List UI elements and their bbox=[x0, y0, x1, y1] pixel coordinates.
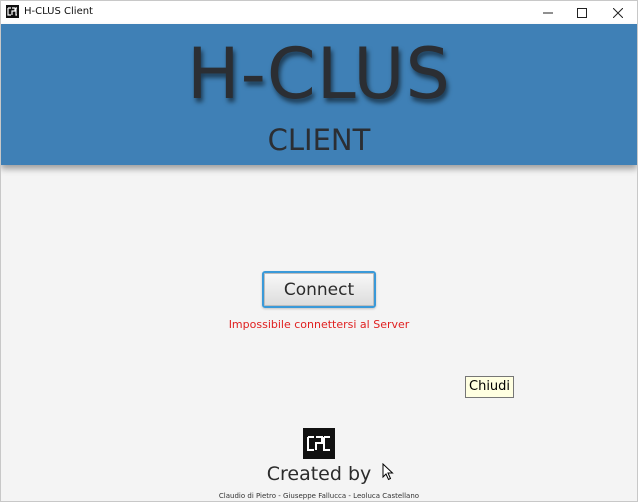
maximize-icon bbox=[577, 7, 587, 18]
header-banner: H-CLUS CLIENT bbox=[1, 24, 637, 165]
mouse-cursor-icon bbox=[382, 463, 394, 481]
banner-title: H-CLUS bbox=[187, 33, 451, 115]
connect-button[interactable]: Connect bbox=[262, 271, 376, 308]
minimize-button[interactable] bbox=[531, 1, 565, 24]
app-logo-icon bbox=[6, 5, 19, 18]
close-tooltip: Chiudi bbox=[465, 376, 515, 398]
team-logo-icon bbox=[303, 428, 335, 459]
app-window: H-CLUS Client H-CLUS CLIENT Connect Impo… bbox=[0, 0, 638, 502]
banner-subtitle: CLIENT bbox=[267, 123, 371, 157]
close-button[interactable] bbox=[601, 1, 635, 24]
title-bar[interactable]: H-CLUS Client bbox=[1, 1, 637, 24]
created-by-label: Created by bbox=[266, 463, 372, 485]
connection-error-message: Impossibile connettersi al Server bbox=[228, 318, 410, 331]
close-icon bbox=[613, 7, 623, 18]
authors-credits: Claudio di Pietro - Giuseppe Fallucca - … bbox=[218, 492, 420, 500]
minimize-icon bbox=[543, 8, 553, 18]
window-title: H-CLUS Client bbox=[24, 6, 93, 17]
maximize-button[interactable] bbox=[565, 1, 599, 24]
